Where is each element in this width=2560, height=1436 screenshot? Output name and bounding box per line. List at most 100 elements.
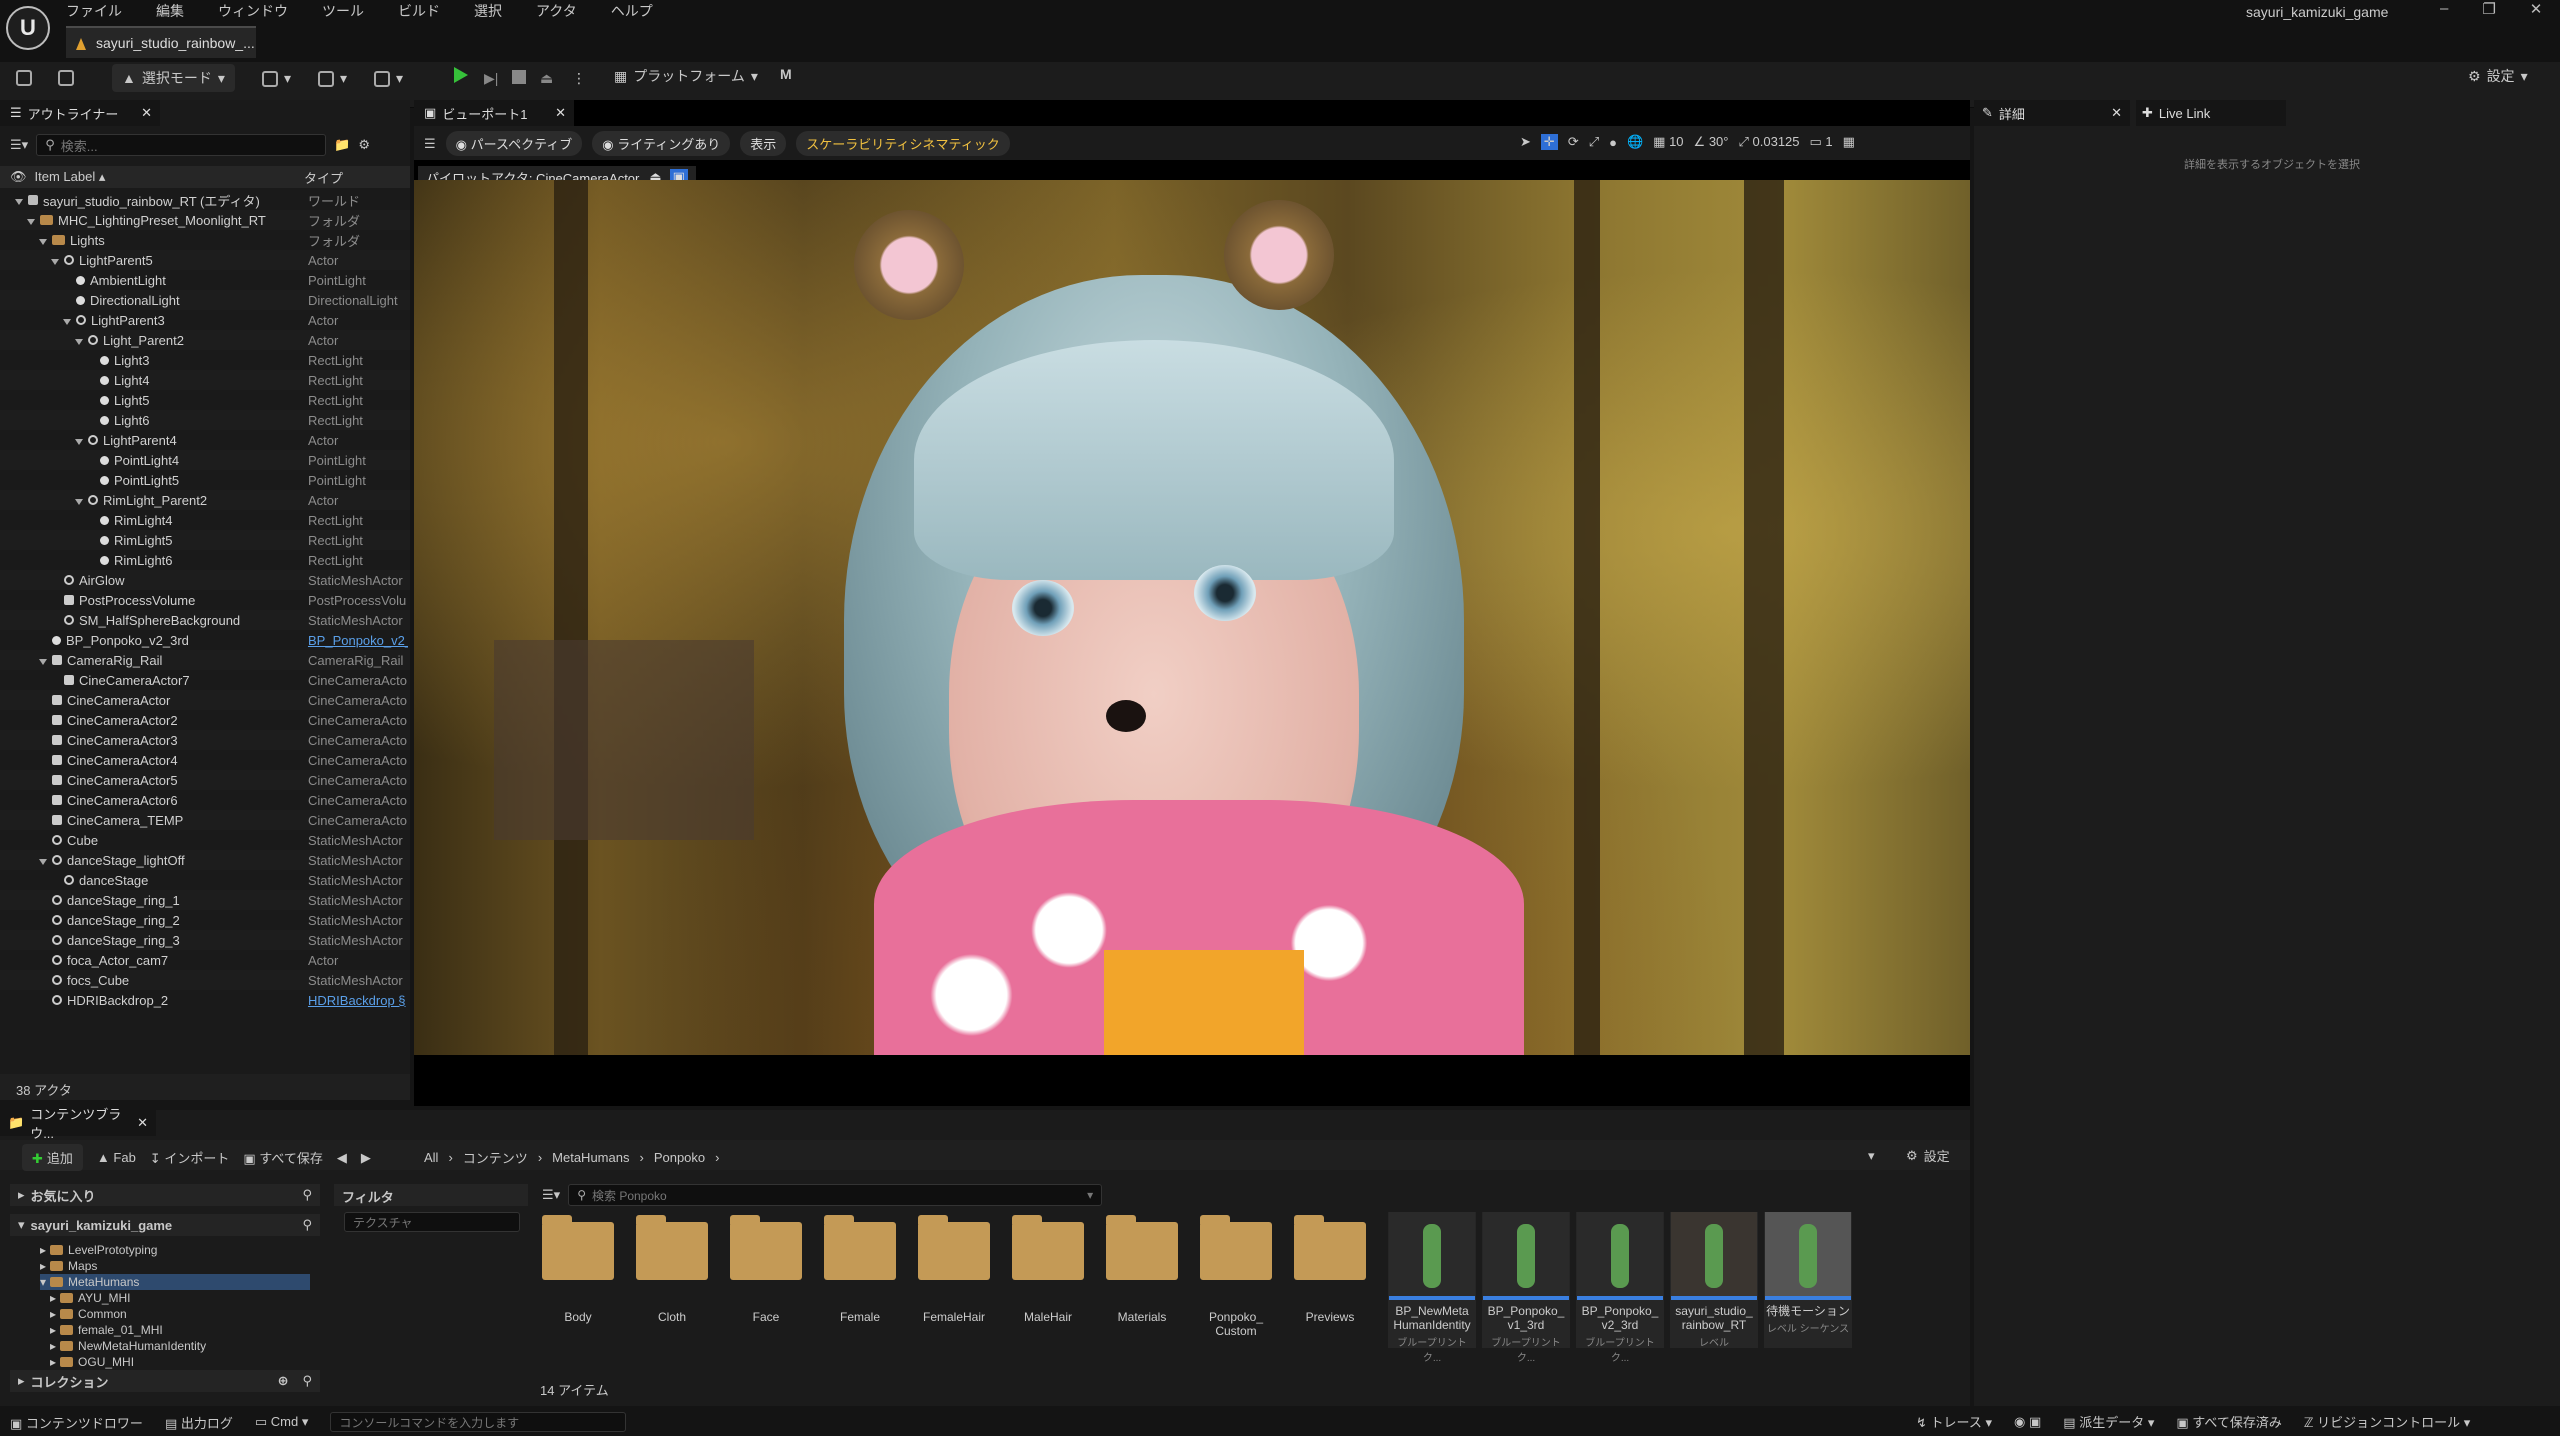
expand-arrow-icon[interactable]: ▸ bbox=[50, 1323, 56, 1337]
outliner-row[interactable]: LightParent5 Actor bbox=[0, 250, 410, 270]
outliner-row[interactable]: danceStage StaticMeshActor bbox=[0, 870, 410, 890]
visibility-icon[interactable]: 👁 bbox=[10, 169, 27, 185]
add-collection-icon[interactable]: ⊕ bbox=[278, 1373, 289, 1389]
output-log-button[interactable]: ▤ 出力ログ bbox=[165, 1413, 233, 1432]
breadcrumb-item[interactable]: All bbox=[424, 1150, 438, 1165]
expand-arrow-icon[interactable]: ▾ bbox=[40, 1275, 46, 1289]
outliner-row[interactable]: CineCameraActor4 CineCameraActo bbox=[0, 750, 410, 770]
tree-folder[interactable]: ▸ Maps bbox=[40, 1258, 310, 1274]
expand-arrow-icon[interactable] bbox=[51, 258, 59, 265]
scale-snap-icon[interactable]: ⤢ 0.03125 bbox=[1739, 134, 1800, 150]
asset-tile[interactable]: 待機モーション レベル シーケンス bbox=[1764, 1212, 1852, 1348]
viewport-tab[interactable]: ▣ ビューポート1 ✕ bbox=[414, 100, 574, 126]
breadcrumb-item[interactable]: コンテンツ bbox=[463, 1148, 528, 1167]
row-type[interactable]: BP_Ponpoko_v2_ bbox=[308, 633, 408, 648]
scale-icon[interactable]: ⤢ bbox=[1589, 134, 1599, 150]
outliner-row[interactable]: Light5 RectLight bbox=[0, 390, 410, 410]
outliner-row[interactable]: RimLight_Parent2 Actor bbox=[0, 490, 410, 510]
translate-icon[interactable]: ✛ bbox=[1540, 134, 1558, 150]
close-tab-icon[interactable]: ✕ bbox=[137, 1115, 148, 1131]
tree-folder[interactable]: ▸ NewMetaHumanIdentity bbox=[50, 1338, 310, 1354]
expand-arrow-icon[interactable] bbox=[63, 318, 71, 325]
asset-folder[interactable]: Materials bbox=[1098, 1212, 1186, 1324]
save-all-button[interactable]: ▣ すべて保存 bbox=[243, 1148, 323, 1167]
layout-icon[interactable]: ▦ bbox=[1843, 134, 1855, 150]
tree-folder[interactable]: ▸ OGU_MHI bbox=[50, 1354, 310, 1370]
outliner-settings-icon[interactable]: ⚙ bbox=[358, 137, 370, 153]
add-button[interactable]: ✚ 追加 bbox=[22, 1144, 83, 1171]
level-tab[interactable]: sayuri_studio_rainbow_... bbox=[66, 26, 256, 58]
camera-speed-icon[interactable]: ▭ 1 bbox=[1810, 134, 1833, 150]
outliner-row[interactable]: Cube StaticMeshActor bbox=[0, 830, 410, 850]
select-icon[interactable]: ➤ bbox=[1520, 134, 1531, 150]
all-saved-button[interactable]: ▣ すべて保存済み bbox=[2176, 1412, 2282, 1431]
outliner-row[interactable]: BP_Ponpoko_v2_3rd BP_Ponpoko_v2_ bbox=[0, 630, 410, 650]
chevron-right-icon[interactable]: › bbox=[639, 1150, 643, 1165]
asset-folder[interactable]: FemaleHair bbox=[910, 1212, 998, 1324]
outliner-row[interactable]: Light3 RectLight bbox=[0, 350, 410, 370]
expand-arrow-icon[interactable]: ▸ bbox=[50, 1355, 56, 1369]
expand-arrow-icon[interactable]: ▸ bbox=[50, 1339, 56, 1353]
expand-arrow-icon[interactable] bbox=[75, 338, 83, 345]
menu-item[interactable]: ファイル bbox=[66, 1, 122, 21]
close-tab-icon[interactable]: ✕ bbox=[141, 105, 152, 121]
menu-item[interactable]: ウィンドウ bbox=[218, 1, 288, 21]
rotate-icon[interactable]: ⟳ bbox=[1568, 134, 1579, 150]
expand-arrow-icon[interactable]: ▸ bbox=[50, 1291, 56, 1305]
asset-folder[interactable]: Previews bbox=[1286, 1212, 1374, 1324]
asset-folder[interactable]: Female bbox=[816, 1212, 904, 1324]
asset-folder[interactable]: Face bbox=[722, 1212, 810, 1324]
expand-arrow-icon[interactable] bbox=[75, 438, 83, 445]
cmd-button[interactable]: ▭ Cmd ▾ bbox=[255, 1414, 309, 1430]
cb-settings-button[interactable]: ⚙ 設定 bbox=[1906, 1146, 1950, 1165]
outliner-row[interactable]: RimLight5 RectLight bbox=[0, 530, 410, 550]
outliner-row[interactable]: CineCameraActor3 CineCameraActo bbox=[0, 730, 410, 750]
outliner-row[interactable]: CineCameraActor5 CineCameraActo bbox=[0, 770, 410, 790]
tree-folder[interactable]: ▸ AYU_MHI bbox=[50, 1290, 310, 1306]
lighting-button[interactable]: ◉ ライティングあり bbox=[592, 131, 731, 156]
outliner-row[interactable]: Lights フォルダ bbox=[0, 230, 410, 250]
viewport-render[interactable] bbox=[414, 180, 1970, 1055]
breadcrumb-dropdown-icon[interactable]: ▾ bbox=[1868, 1148, 1875, 1164]
select-mode-button[interactable]: ▲ 選択モード ▾ bbox=[112, 64, 235, 92]
perspective-button[interactable]: ◉ パースペクティブ bbox=[445, 131, 583, 156]
tree-folder[interactable]: ▾ MetaHumans bbox=[40, 1274, 310, 1290]
outliner-row[interactable]: HDRIBackdrop_2 HDRIBackdrop § bbox=[0, 990, 410, 1010]
chevron-right-icon[interactable]: › bbox=[538, 1150, 542, 1165]
expand-arrow-icon[interactable]: ▸ bbox=[50, 1307, 56, 1321]
tree-folder[interactable]: ▸ LevelPrototyping bbox=[40, 1242, 310, 1258]
filter-input[interactable]: テクスチャ bbox=[344, 1212, 520, 1232]
menu-item[interactable]: ツール bbox=[322, 1, 364, 21]
trace-button[interactable]: ↯ トレース ▾ bbox=[1916, 1412, 1992, 1431]
browse-icon[interactable] bbox=[58, 70, 74, 86]
outliner-row[interactable]: sayuri_studio_rainbow_RT (エディタ) ワールド bbox=[0, 190, 410, 210]
expand-arrow-icon[interactable] bbox=[27, 218, 35, 225]
surface-snap-icon[interactable]: ● bbox=[1609, 135, 1617, 150]
search-icon[interactable]: ⚲ bbox=[302, 1373, 312, 1389]
metahuman-icon[interactable]: M bbox=[780, 66, 792, 82]
row-type[interactable]: HDRIBackdrop § bbox=[308, 993, 408, 1008]
cinematics-icon[interactable]: ▾ bbox=[374, 70, 403, 87]
play-button[interactable] bbox=[454, 67, 468, 83]
outliner-row[interactable]: SM_HalfSphereBackground StaticMeshActor bbox=[0, 610, 410, 630]
grid-snap-icon[interactable]: ▦ 10 bbox=[1653, 134, 1683, 150]
asset-folder[interactable]: Body bbox=[534, 1212, 622, 1324]
menu-item[interactable]: ヘルプ bbox=[611, 1, 653, 21]
angle-snap-icon[interactable]: ∠ 30° bbox=[1694, 134, 1729, 150]
asset-folder[interactable]: Cloth bbox=[628, 1212, 716, 1324]
menu-item[interactable]: 編集 bbox=[156, 1, 184, 21]
outliner-row[interactable]: DirectionalLight DirectionalLight bbox=[0, 290, 410, 310]
asset-tile[interactable]: sayuri_studio_ rainbow_RT レベル bbox=[1670, 1212, 1758, 1349]
outliner-row[interactable]: PointLight4 PointLight bbox=[0, 450, 410, 470]
outliner-row[interactable]: CineCameraActor6 CineCameraActo bbox=[0, 790, 410, 810]
asset-folder[interactable]: MaleHair bbox=[1004, 1212, 1092, 1324]
outliner-row[interactable]: foca_Actor_cam7 Actor bbox=[0, 950, 410, 970]
blueprint-icon[interactable]: ▾ bbox=[318, 70, 347, 87]
livelink-tab[interactable]: ✚ Live Link bbox=[2136, 100, 2286, 126]
add-actor-icon[interactable]: ▾ bbox=[262, 70, 291, 87]
filter-icon[interactable]: ☰▾ bbox=[10, 137, 28, 153]
history-back-icon[interactable]: ◀ bbox=[337, 1150, 347, 1166]
project-header[interactable]: ▾ sayuri_kamizuki_game ⚲ bbox=[10, 1214, 320, 1236]
outliner-row[interactable]: CineCameraActor7 CineCameraActo bbox=[0, 670, 410, 690]
collections-header[interactable]: ▸ コレクション ⊕ ⚲ bbox=[10, 1370, 320, 1392]
